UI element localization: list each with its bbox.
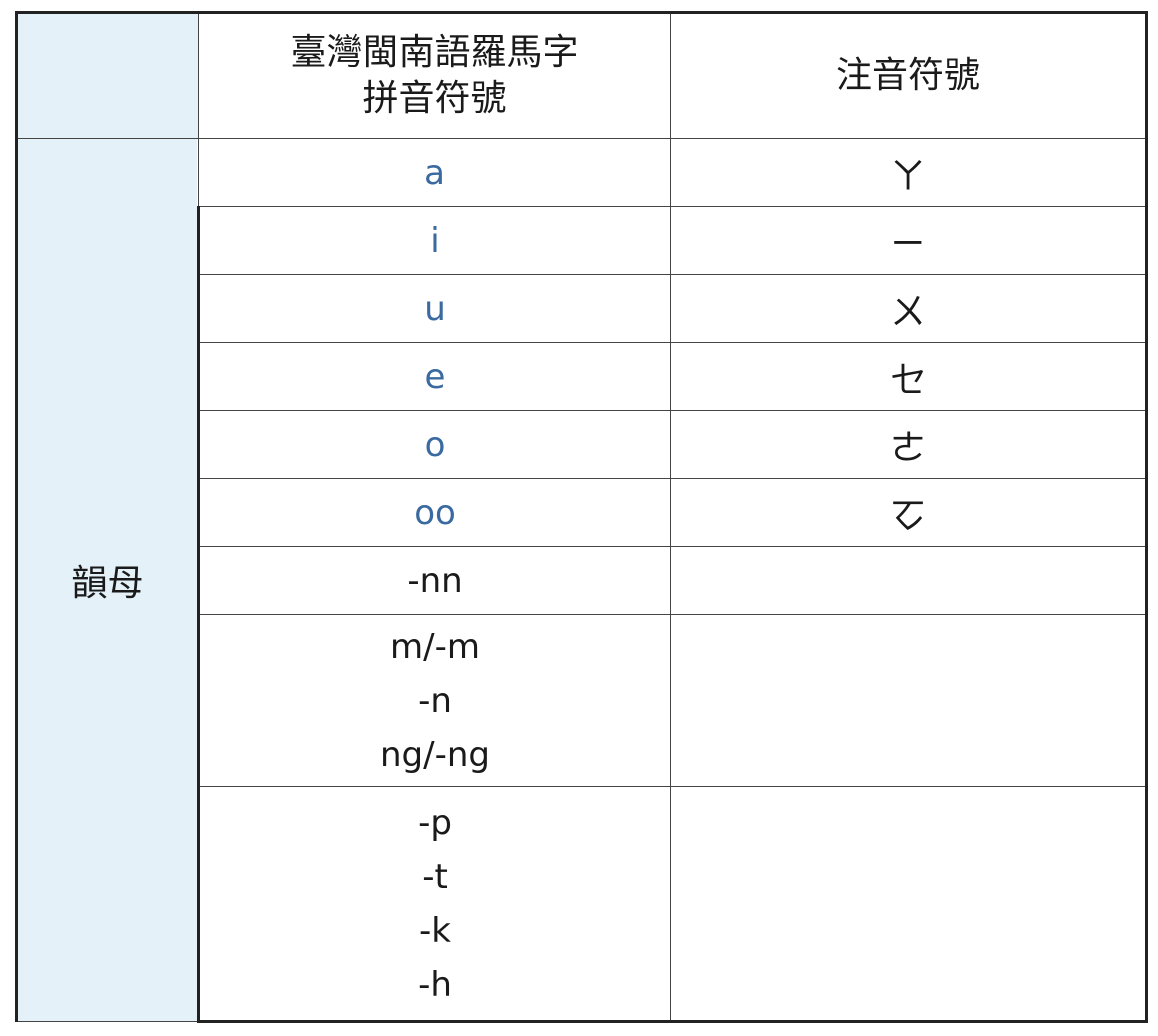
nasal-item: ng/-ng <box>380 734 490 775</box>
romanization-cell: oo <box>197 478 671 547</box>
zhuyin-cell: ㆦ <box>670 478 1148 547</box>
zhuyin-cell: ㄚ <box>670 138 1148 207</box>
row-label-finals: 韻母 <box>15 138 199 1022</box>
romanization-header: 臺灣閩南語羅馬字 拼音符號 <box>198 11 671 139</box>
zhuyin-cell: ㄧ <box>670 206 1148 275</box>
zhuyin-cell <box>670 546 1148 615</box>
romanization-header-line2: 拼音符號 <box>362 78 507 119</box>
table-row: 韻母 a ㄚ <box>15 138 1148 1022</box>
stop-group-cell: -p -t -k -h <box>197 786 671 1023</box>
romanization-cell: -nn <box>197 546 671 615</box>
stop-item: -h <box>418 964 452 1005</box>
romanization-cell: e <box>197 342 671 411</box>
zhuyin-cell-empty <box>670 614 1148 787</box>
zhuyin-cell: ㄜ <box>670 410 1148 479</box>
stop-item: -t <box>422 856 448 897</box>
zhuyin-cell: ㄨ <box>670 274 1148 343</box>
romanization-header-line1: 臺灣閩南語羅馬字 <box>290 32 579 73</box>
header-row: 臺灣閩南語羅馬字 拼音符號 注音符號 <box>15 11 1148 139</box>
stop-item: -k <box>419 910 451 951</box>
nasal-item: -n <box>418 680 452 721</box>
romanization-cell: o <box>197 410 671 479</box>
nasal-group-cell: m/-m -n ng/-ng <box>197 614 671 787</box>
romanization-cell: a <box>198 138 671 207</box>
romanization-cell: i <box>197 206 671 275</box>
nasal-item: m/-m <box>390 626 480 667</box>
zhuyin-cell-empty <box>670 786 1148 1023</box>
romanization-cell: u <box>197 274 671 343</box>
zhuyin-header: 注音符號 <box>670 11 1148 139</box>
romanization-table: 臺灣閩南語羅馬字 拼音符號 注音符號 韻母 a ㄚ i ㄧ u ㄨ e ㆤ o … <box>15 11 1148 1023</box>
corner-cell <box>15 11 199 139</box>
zhuyin-cell: ㆤ <box>670 342 1148 411</box>
stop-item: -p <box>418 802 452 843</box>
